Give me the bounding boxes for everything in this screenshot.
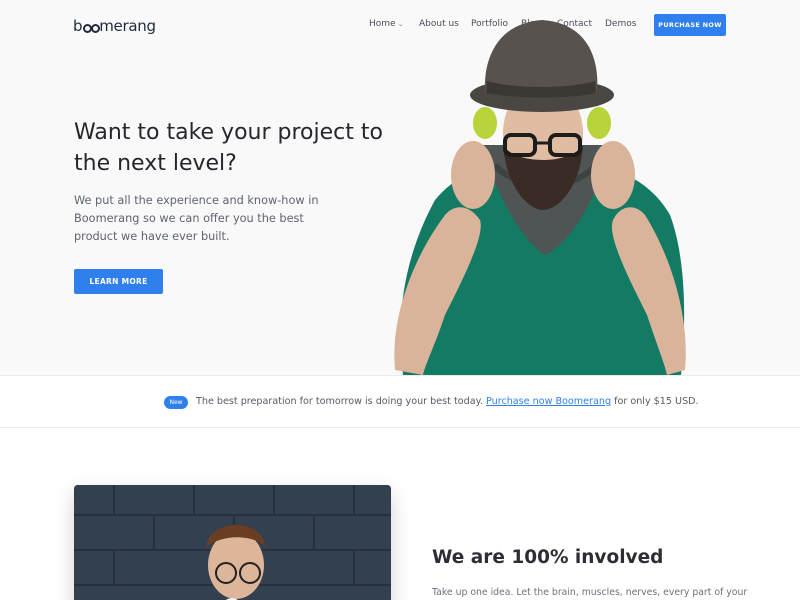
hero-title: Want to take your project to the next le… <box>74 120 383 176</box>
purchase-boomerang-link[interactable]: Purchase now Boomerang <box>486 396 611 407</box>
hero-description: We put all the experience and know-how i… <box>74 194 319 243</box>
feature-title: We are 100% involved <box>432 547 664 568</box>
logo-prefix: b <box>73 17 83 35</box>
logo-oo-mark <box>82 24 100 33</box>
announcement-text: The best preparation for tomorrow is doi… <box>196 396 699 407</box>
hero-section: bmerang Home⌄ About us Portfolio Blog Co… <box>0 0 800 375</box>
new-badge: New <box>164 396 188 409</box>
announcement-bar: New The best preparation for tomorrow is… <box>0 375 800 428</box>
hero-photo-man-with-headphones <box>394 20 686 375</box>
learn-more-button[interactable]: LEARN MORE <box>74 269 163 294</box>
feature-photo-young-man <box>74 485 391 600</box>
logo[interactable]: b merang <box>73 17 156 35</box>
announcement-suffix: for only $15 USD. <box>614 396 699 407</box>
announcement-message: The best preparation for tomorrow is doi… <box>196 396 483 407</box>
feature-description: Take up one idea. Let the brain, muscles… <box>432 587 748 598</box>
logo-suffix: merang <box>99 17 156 35</box>
feature-photo-graphic <box>74 485 391 600</box>
